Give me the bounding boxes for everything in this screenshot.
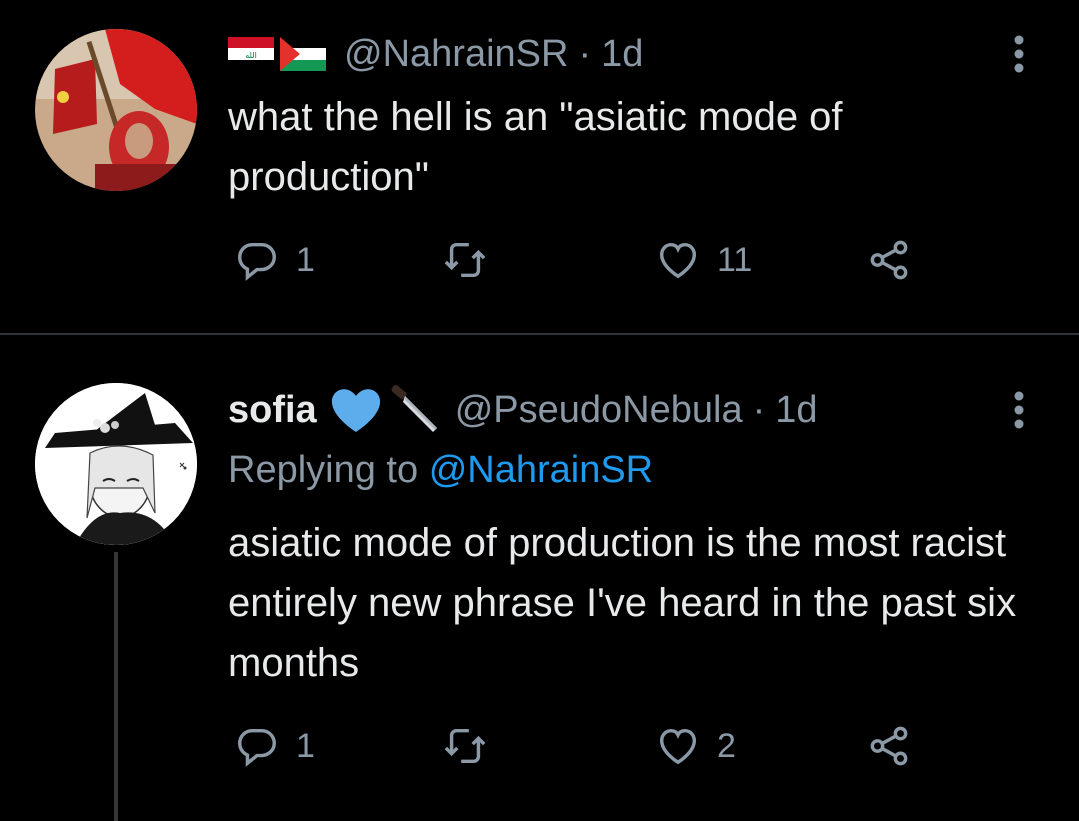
like-count: 2 xyxy=(717,726,736,765)
tweet-actions: 1 11 xyxy=(228,235,948,285)
thread-connector xyxy=(114,552,118,821)
reply-count: 1 xyxy=(296,726,315,765)
replying-to: Replying to @NahrainSR xyxy=(228,449,653,492)
share-button[interactable] xyxy=(866,721,912,771)
reply-icon xyxy=(238,242,276,281)
more-options-button[interactable] xyxy=(999,29,1039,79)
more-icon xyxy=(1014,391,1024,429)
avatar-image xyxy=(35,29,197,191)
tweet-text: what the hell is an "asiatic mode of pro… xyxy=(228,95,843,199)
timestamp[interactable]: 1d xyxy=(601,33,643,76)
heart-icon xyxy=(659,728,697,765)
reply-button[interactable]: 1 xyxy=(234,235,315,285)
tweet-actions: 1 2 xyxy=(228,721,948,771)
like-button[interactable]: 2 xyxy=(655,721,736,771)
blue-heart-icon xyxy=(329,387,383,433)
heart-icon xyxy=(659,242,697,279)
share-button[interactable] xyxy=(866,235,912,285)
tweet-header: sofia @PseudoNebula · 1d xyxy=(228,385,818,435)
avatar[interactable] xyxy=(35,383,197,545)
retweet-button[interactable] xyxy=(442,721,504,771)
avatar[interactable] xyxy=(35,29,197,191)
tweet-text: asiatic mode of production is the most r… xyxy=(228,521,1017,685)
reply-count: 1 xyxy=(296,240,315,279)
reply-icon xyxy=(238,728,276,767)
share-icon xyxy=(870,240,908,280)
timestamp[interactable]: 1d xyxy=(775,389,817,432)
reply-button[interactable]: 1 xyxy=(234,721,315,771)
like-button[interactable]: 11 xyxy=(655,235,752,285)
like-count: 11 xyxy=(717,240,753,279)
avatar-image xyxy=(35,383,197,545)
share-icon xyxy=(870,726,908,766)
separator: · xyxy=(752,388,766,431)
more-options-button[interactable] xyxy=(999,385,1039,435)
knife-icon xyxy=(389,384,441,436)
more-icon xyxy=(1014,35,1024,73)
replying-to-label: Replying to xyxy=(228,449,419,491)
retweet-button[interactable] xyxy=(442,235,504,285)
separator: · xyxy=(578,32,592,75)
tweet-1[interactable]: الله @NahrainSR · 1d what the hell is an… xyxy=(0,0,1079,333)
tweet-header: الله @NahrainSR · 1d xyxy=(228,29,643,79)
author-name[interactable]: sofia xyxy=(228,389,317,432)
retweet-icon xyxy=(444,242,486,278)
palestine-flag-icon xyxy=(280,37,326,71)
author-handle[interactable]: @NahrainSR xyxy=(344,33,568,76)
iraq-flag-icon: الله xyxy=(228,37,274,71)
replying-to-link[interactable]: @NahrainSR xyxy=(429,449,653,491)
svg-text:الله: الله xyxy=(245,51,257,60)
retweet-icon xyxy=(444,728,486,764)
author-handle[interactable]: @PseudoNebula xyxy=(455,389,743,432)
tweet-2[interactable]: sofia @PseudoNebula · 1d Replying to @Na… xyxy=(0,335,1079,821)
